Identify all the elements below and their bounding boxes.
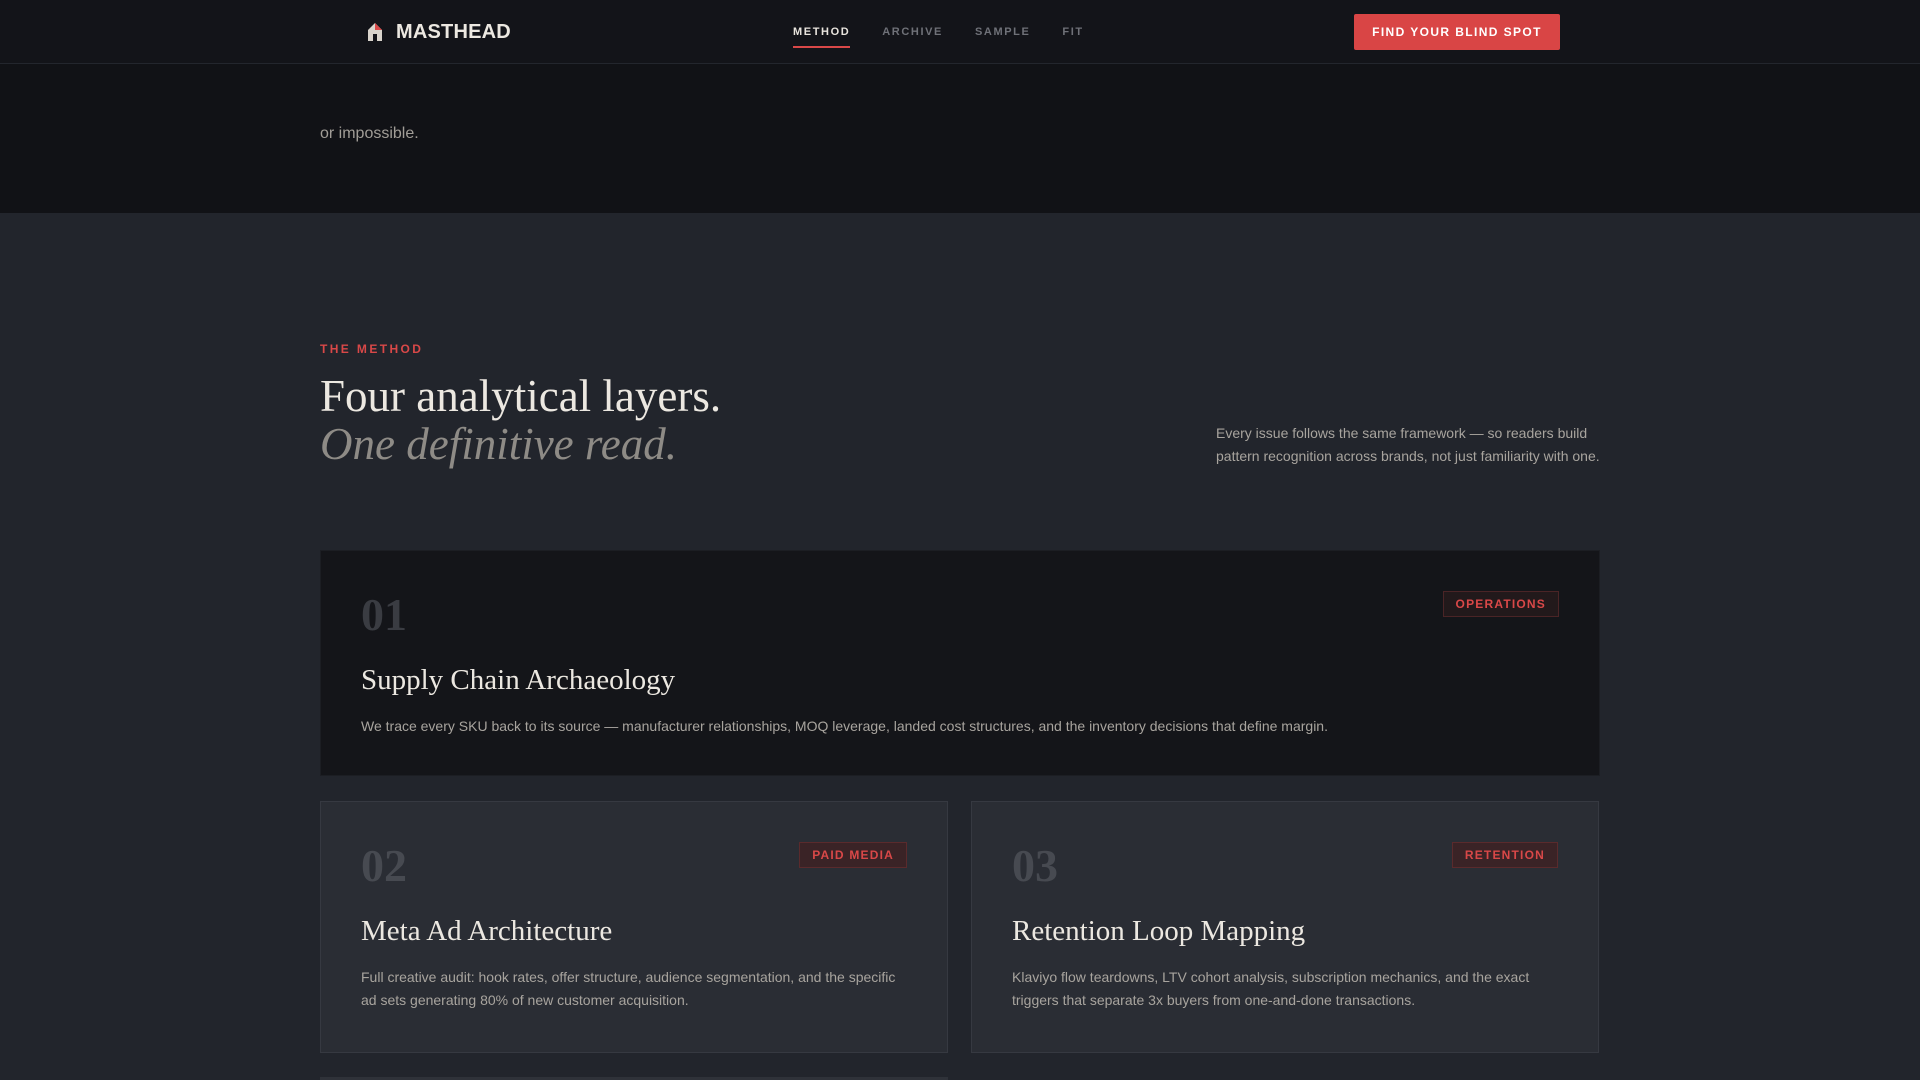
card-title: Retention Loop Mapping [1012,915,1306,947]
card-title: Meta Ad Architecture [361,915,613,947]
site-header: MASTHEAD METHOD ARCHIVE SAMPLE FIT FIND … [0,0,1920,64]
logo-text: MASTHEAD [396,20,511,43]
card-number: 02 [361,840,407,891]
nav-sample[interactable]: SAMPLE [975,0,1030,64]
card-description: Full creative audit: hook rates, offer s… [361,969,896,1008]
nav-archive[interactable]: ARCHIVE [882,0,943,64]
section-eyebrow: THE METHOD [320,342,424,356]
hero-section-tail: or impossible. [0,64,1920,213]
hero-text-fragment: or impossible. [320,125,419,142]
section-headline: Four analytical layers. [320,371,722,421]
method-card-retention: 03 RETENTION Retention Loop Mapping Klav… [971,801,1599,1053]
nav-fit[interactable]: FIT [1062,0,1083,64]
card-description: Klaviyo flow teardowns, LTV cohort analy… [1012,969,1530,1008]
card-tag: PAID MEDIA [799,842,907,868]
section-headline-italic: One definitive read. [320,419,677,469]
card-title: Supply Chain Archaeology [361,664,676,696]
section-intro: Every issue follows the same framework —… [1216,425,1600,464]
masthead-house-icon [366,21,384,43]
card-tag: RETENTION [1451,842,1558,868]
find-blind-spot-button[interactable]: FIND YOUR BLIND SPOT [1354,14,1560,50]
card-description: We trace every SKU back to its source — … [361,718,1328,734]
card-number: 03 [1012,840,1058,891]
method-card-operations: 01 OPERATIONS Supply Chain Archaeology W… [320,550,1600,776]
nav-method[interactable]: METHOD [793,0,851,64]
logo[interactable]: MASTHEAD [366,0,511,64]
card-tag: OPERATIONS [1442,591,1559,617]
card-number: 01 [361,589,407,640]
method-card-paid-media: 02 PAID MEDIA Meta Ad Architecture Full … [320,801,948,1053]
main-nav: METHOD ARCHIVE SAMPLE FIT [793,0,1084,64]
